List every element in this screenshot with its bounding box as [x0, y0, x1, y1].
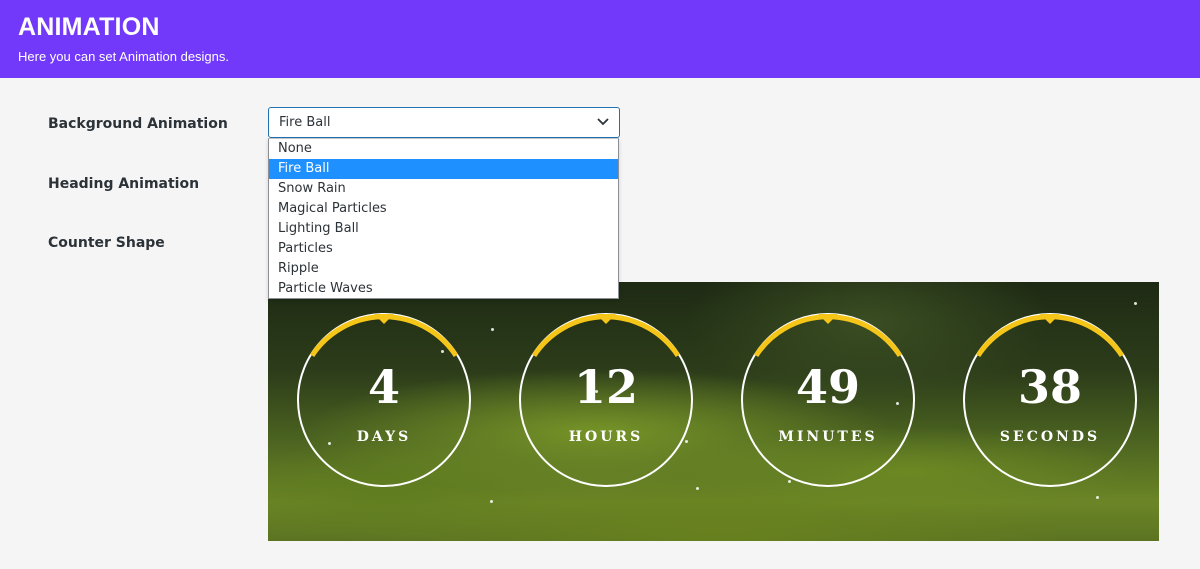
days-label: DAYS	[356, 429, 412, 445]
particle-dot	[490, 500, 493, 503]
minutes-label: MINUTES	[778, 429, 878, 445]
particle-dot	[1134, 302, 1137, 305]
counter-shape-label: Counter Shape	[48, 235, 165, 251]
page-title: ANIMATION	[18, 13, 160, 41]
particle-dot	[491, 328, 494, 331]
background-animation-select[interactable]: Fire Ball	[268, 107, 620, 138]
option-ripple[interactable]: Ripple	[269, 259, 618, 279]
option-particles[interactable]: Particles	[269, 239, 618, 259]
minutes-value: 49	[795, 360, 860, 414]
chevron-down-icon	[597, 118, 609, 126]
counter-seconds: 38 SECONDS	[962, 312, 1138, 488]
hours-label: HOURS	[568, 429, 644, 445]
select-value: Fire Ball	[279, 115, 331, 130]
option-magical-particles[interactable]: Magical Particles	[269, 199, 618, 219]
page-subtitle: Here you can set Animation designs.	[18, 49, 230, 64]
heading-animation-label: Heading Animation	[48, 176, 200, 192]
particle-dot	[1096, 496, 1099, 499]
seconds-label: SECONDS	[999, 429, 1101, 445]
particle-dot	[696, 487, 699, 490]
page-header: ANIMATION Here you can set Animation des…	[0, 0, 1200, 78]
seconds-value: 38	[1017, 360, 1082, 414]
option-particle-waves[interactable]: Particle Waves	[269, 279, 618, 299]
counter-minutes: 49 MINUTES	[740, 312, 916, 488]
days-value: 4	[367, 360, 400, 414]
background-animation-dropdown: None Fire Ball Snow Rain Magical Particl…	[268, 138, 619, 299]
counter-hours: 12 HOURS	[518, 312, 694, 488]
countdown-preview: 4 DAYS 12 HOURS 49 MINUTES 38 SECONDS	[268, 282, 1159, 541]
background-animation-label: Background Animation	[48, 116, 228, 132]
option-none[interactable]: None	[269, 139, 618, 159]
counter-days: 4 DAYS	[296, 312, 472, 488]
option-fire-ball[interactable]: Fire Ball	[269, 159, 618, 179]
option-lighting-ball[interactable]: Lighting Ball	[269, 219, 618, 239]
hours-value: 12	[573, 360, 638, 414]
option-snow-rain[interactable]: Snow Rain	[269, 179, 618, 199]
